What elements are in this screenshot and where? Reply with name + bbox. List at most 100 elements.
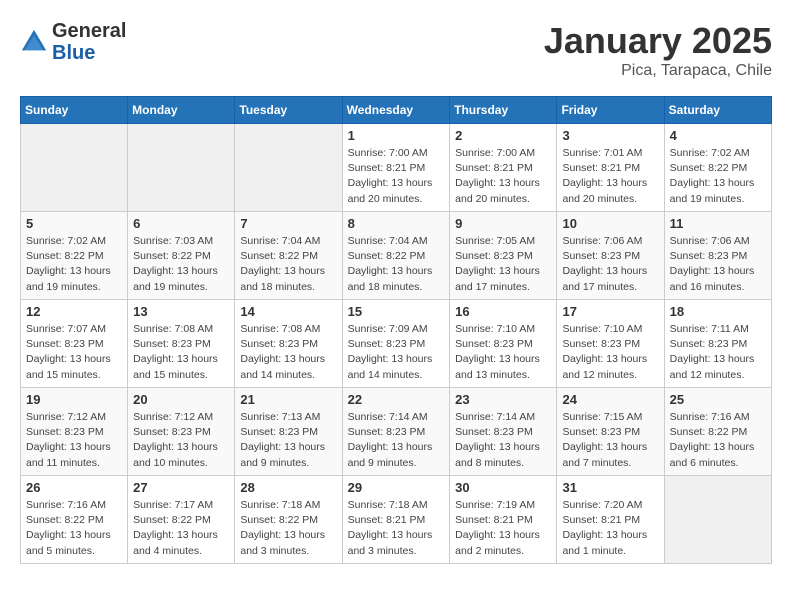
day-info: Sunrise: 7:11 AM Sunset: 8:23 PM Dayligh… <box>670 322 766 383</box>
day-info: Sunrise: 7:04 AM Sunset: 8:22 PM Dayligh… <box>240 234 336 295</box>
calendar-cell: 10Sunrise: 7:06 AM Sunset: 8:23 PM Dayli… <box>557 212 664 300</box>
day-info: Sunrise: 7:08 AM Sunset: 8:23 PM Dayligh… <box>133 322 229 383</box>
day-info: Sunrise: 7:10 AM Sunset: 8:23 PM Dayligh… <box>562 322 658 383</box>
day-number: 29 <box>348 480 445 495</box>
calendar-cell: 7 Sunrise: 7:04 AM Sunset: 8:22 PM Daylig… <box>235 212 342 300</box>
day-info: Sunrise: 7:14 AM Sunset: 8:23 PM Dayligh… <box>348 410 445 471</box>
calendar-cell: 4 Sunrise: 7:02 AM Sunset: 8:22 PM Daylig… <box>664 124 771 212</box>
page-header: General Blue January 2025 Pica, Tarapaca… <box>20 20 772 80</box>
week-row-2: 5 Sunrise: 7:02 AM Sunset: 8:22 PM Daylig… <box>21 212 772 300</box>
day-info: Sunrise: 7:19 AM Sunset: 8:21 PM Dayligh… <box>455 498 551 559</box>
calendar-cell: 23Sunrise: 7:14 AM Sunset: 8:23 PM Dayli… <box>450 388 557 476</box>
calendar-cell: 12 Sunrise: 7:07 AM Sunset: 8:23 PM Dayli… <box>21 300 128 388</box>
calendar-cell: 25Sunrise: 7:16 AM Sunset: 8:22 PM Dayli… <box>664 388 771 476</box>
day-info: Sunrise: 7:16 AM Sunset: 8:22 PM Dayligh… <box>26 498 122 559</box>
calendar-cell: 13 Sunrise: 7:08 AM Sunset: 8:23 PM Dayli… <box>128 300 235 388</box>
day-number: 12 <box>26 304 122 319</box>
calendar-cell: 22 Sunrise: 7:14 AM Sunset: 8:23 PM Dayli… <box>342 388 450 476</box>
calendar-cell: 19Sunrise: 7:12 AM Sunset: 8:23 PM Dayli… <box>21 388 128 476</box>
calendar-cell: 1 Sunrise: 7:00 AM Sunset: 8:21 PM Daylig… <box>342 124 450 212</box>
day-number: 6 <box>133 216 229 231</box>
day-info: Sunrise: 7:15 AM Sunset: 8:23 PM Dayligh… <box>562 410 658 471</box>
day-number: 1 <box>348 128 445 143</box>
day-info: Sunrise: 7:02 AM Sunset: 8:22 PM Dayligh… <box>670 146 766 207</box>
week-row-5: 26 Sunrise: 7:16 AM Sunset: 8:22 PM Dayli… <box>21 476 772 564</box>
calendar-table: SundayMondayTuesdayWednesdayThursdayFrid… <box>20 96 772 564</box>
day-info: Sunrise: 7:12 AM Sunset: 8:23 PM Dayligh… <box>133 410 229 471</box>
day-number: 13 <box>133 304 229 319</box>
logo-blue-text: Blue <box>52 42 126 64</box>
week-row-1: 1 Sunrise: 7:00 AM Sunset: 8:21 PM Daylig… <box>21 124 772 212</box>
day-number: 5 <box>26 216 122 231</box>
day-info: Sunrise: 7:07 AM Sunset: 8:23 PM Dayligh… <box>26 322 122 383</box>
day-info: Sunrise: 7:16 AM Sunset: 8:22 PM Dayligh… <box>670 410 766 471</box>
day-info: Sunrise: 7:03 AM Sunset: 8:22 PM Dayligh… <box>133 234 229 295</box>
calendar-cell: 8 Sunrise: 7:04 AM Sunset: 8:22 PM Daylig… <box>342 212 450 300</box>
calendar-cell <box>128 124 235 212</box>
logo: General Blue <box>20 20 126 64</box>
day-number: 3 <box>562 128 658 143</box>
day-info: Sunrise: 7:05 AM Sunset: 8:23 PM Dayligh… <box>455 234 551 295</box>
day-number: 26 <box>26 480 122 495</box>
day-number: 8 <box>348 216 445 231</box>
calendar-cell: 5 Sunrise: 7:02 AM Sunset: 8:22 PM Daylig… <box>21 212 128 300</box>
weekday-header-wednesday: Wednesday <box>342 97 450 124</box>
day-info: Sunrise: 7:00 AM Sunset: 8:21 PM Dayligh… <box>455 146 551 207</box>
calendar-cell: 9 Sunrise: 7:05 AM Sunset: 8:23 PM Daylig… <box>450 212 557 300</box>
logo-general-text: General <box>52 20 126 42</box>
week-row-3: 12 Sunrise: 7:07 AM Sunset: 8:23 PM Dayli… <box>21 300 772 388</box>
weekday-header-sunday: Sunday <box>21 97 128 124</box>
day-number: 14 <box>240 304 336 319</box>
day-number: 24 <box>562 392 658 407</box>
day-number: 2 <box>455 128 551 143</box>
calendar-cell: 30Sunrise: 7:19 AM Sunset: 8:21 PM Dayli… <box>450 476 557 564</box>
day-info: Sunrise: 7:06 AM Sunset: 8:23 PM Dayligh… <box>562 234 658 295</box>
calendar-cell: 14 Sunrise: 7:08 AM Sunset: 8:23 PM Dayli… <box>235 300 342 388</box>
weekday-header-row: SundayMondayTuesdayWednesdayThursdayFrid… <box>21 97 772 124</box>
calendar-cell: 20 Sunrise: 7:12 AM Sunset: 8:23 PM Dayli… <box>128 388 235 476</box>
day-info: Sunrise: 7:01 AM Sunset: 8:21 PM Dayligh… <box>562 146 658 207</box>
day-number: 21 <box>240 392 336 407</box>
calendar-title: January 2025 <box>544 20 772 62</box>
weekday-header-tuesday: Tuesday <box>235 97 342 124</box>
calendar-cell: 11 Sunrise: 7:06 AM Sunset: 8:23 PM Dayli… <box>664 212 771 300</box>
day-info: Sunrise: 7:17 AM Sunset: 8:22 PM Dayligh… <box>133 498 229 559</box>
day-info: Sunrise: 7:02 AM Sunset: 8:22 PM Dayligh… <box>26 234 122 295</box>
weekday-header-monday: Monday <box>128 97 235 124</box>
calendar-cell: 15 Sunrise: 7:09 AM Sunset: 8:23 PM Dayli… <box>342 300 450 388</box>
day-info: Sunrise: 7:04 AM Sunset: 8:22 PM Dayligh… <box>348 234 445 295</box>
day-info: Sunrise: 7:06 AM Sunset: 8:23 PM Dayligh… <box>670 234 766 295</box>
day-number: 16 <box>455 304 551 319</box>
calendar-cell <box>664 476 771 564</box>
day-number: 27 <box>133 480 229 495</box>
day-number: 4 <box>670 128 766 143</box>
calendar-cell: 21 Sunrise: 7:13 AM Sunset: 8:23 PM Dayli… <box>235 388 342 476</box>
calendar-cell <box>21 124 128 212</box>
day-number: 9 <box>455 216 551 231</box>
day-number: 11 <box>670 216 766 231</box>
day-number: 22 <box>348 392 445 407</box>
weekday-header-thursday: Thursday <box>450 97 557 124</box>
day-info: Sunrise: 7:00 AM Sunset: 8:21 PM Dayligh… <box>348 146 445 207</box>
day-number: 19 <box>26 392 122 407</box>
day-number: 23 <box>455 392 551 407</box>
calendar-cell: 27 Sunrise: 7:17 AM Sunset: 8:22 PM Dayli… <box>128 476 235 564</box>
day-number: 17 <box>562 304 658 319</box>
title-block: January 2025 Pica, Tarapaca, Chile <box>544 20 772 80</box>
calendar-cell: 17 Sunrise: 7:10 AM Sunset: 8:23 PM Dayli… <box>557 300 664 388</box>
day-info: Sunrise: 7:08 AM Sunset: 8:23 PM Dayligh… <box>240 322 336 383</box>
day-number: 20 <box>133 392 229 407</box>
calendar-cell: 24 Sunrise: 7:15 AM Sunset: 8:23 PM Dayli… <box>557 388 664 476</box>
calendar-cell: 28Sunrise: 7:18 AM Sunset: 8:22 PM Dayli… <box>235 476 342 564</box>
day-number: 15 <box>348 304 445 319</box>
day-info: Sunrise: 7:18 AM Sunset: 8:22 PM Dayligh… <box>240 498 336 559</box>
day-info: Sunrise: 7:13 AM Sunset: 8:23 PM Dayligh… <box>240 410 336 471</box>
week-row-4: 19 Sunrise: 7:12 AM Sunset: 8:23 PM Dayli… <box>21 388 772 476</box>
calendar-subtitle: Pica, Tarapaca, Chile <box>544 62 772 80</box>
day-info: Sunrise: 7:09 AM Sunset: 8:23 PM Dayligh… <box>348 322 445 383</box>
calendar-cell: 18Sunrise: 7:11 AM Sunset: 8:23 PM Dayli… <box>664 300 771 388</box>
calendar-cell: 31Sunrise: 7:20 AM Sunset: 8:21 PM Dayli… <box>557 476 664 564</box>
day-info: Sunrise: 7:20 AM Sunset: 8:21 PM Dayligh… <box>562 498 658 559</box>
day-number: 7 <box>240 216 336 231</box>
calendar-cell: 16Sunrise: 7:10 AM Sunset: 8:23 PM Dayli… <box>450 300 557 388</box>
